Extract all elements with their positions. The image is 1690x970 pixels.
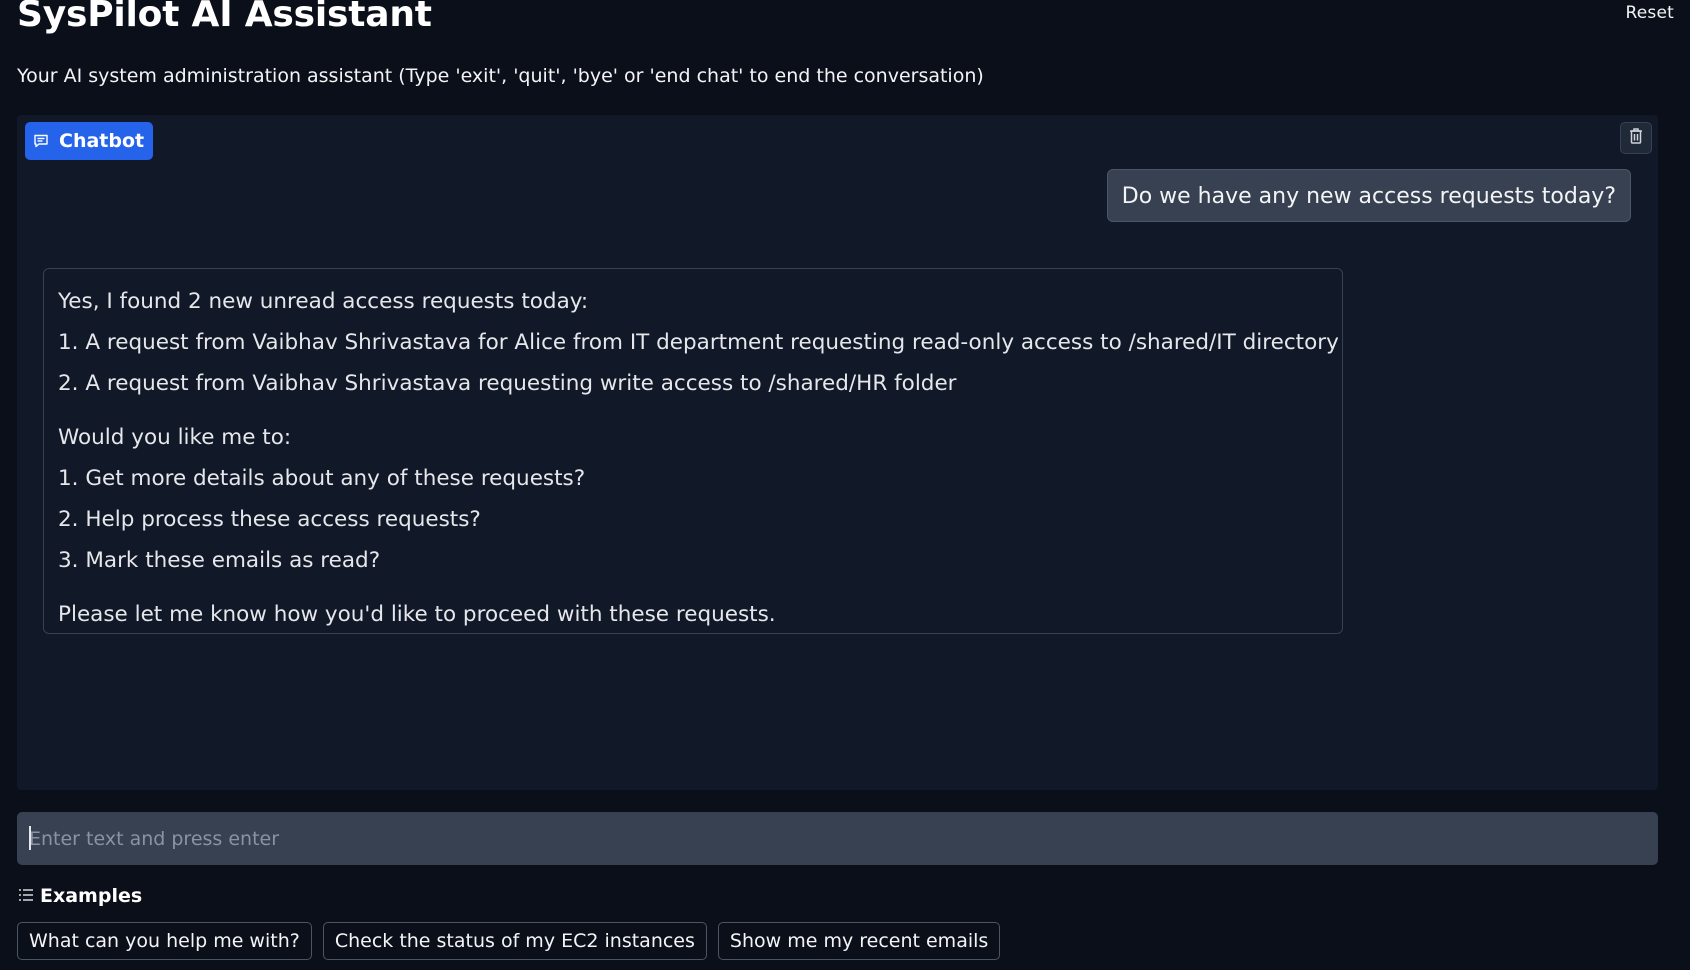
- assistant-message-line: 1. A request from Vaibhav Shrivastava fo…: [58, 330, 1339, 355]
- chat-bubble-icon: [33, 133, 49, 149]
- list-icon: [18, 887, 34, 906]
- assistant-message-line: Yes, I found 2 new unread access request…: [58, 289, 589, 314]
- chatbot-badge: Chatbot: [25, 122, 154, 160]
- examples-header: Examples: [18, 885, 142, 907]
- assistant-message-line: Please let me know how you'd like to pro…: [58, 602, 776, 627]
- examples-label: Examples: [40, 885, 143, 907]
- examples-list: What can you help me with? Check the sta…: [17, 922, 1001, 960]
- chat-input-container: [17, 812, 1658, 865]
- page-subtitle: Your AI system administration assistant …: [17, 65, 984, 87]
- chat-input[interactable]: [17, 812, 1658, 865]
- clear-chat-button[interactable]: [1620, 122, 1652, 154]
- assistant-message-line: 2. A request from Vaibhav Shrivastava re…: [58, 371, 957, 396]
- user-message: Do we have any new access requests today…: [1106, 169, 1631, 222]
- example-button[interactable]: What can you help me with?: [17, 922, 312, 960]
- example-button[interactable]: Show me my recent emails: [717, 922, 1001, 960]
- chatbot-badge-label: Chatbot: [59, 130, 145, 152]
- page-title: SysPilot AI Assistant: [17, 0, 432, 35]
- chat-panel: Chatbot Do we have any new access reques…: [17, 115, 1658, 790]
- assistant-message: Yes, I found 2 new unread access request…: [43, 268, 1343, 634]
- assistant-message-line: Would you like me to:: [58, 425, 292, 450]
- trash-icon: [1628, 127, 1644, 149]
- text-cursor: [29, 826, 31, 850]
- assistant-message-line: 3. Mark these emails as read?: [58, 548, 381, 573]
- app-root: Reset SysPilot AI Assistant Your AI syst…: [0, 0, 1690, 970]
- assistant-message-line: 2. Help process these access requests?: [58, 507, 481, 532]
- example-button[interactable]: Check the status of my EC2 instances: [322, 922, 707, 960]
- reset-button[interactable]: Reset: [1626, 3, 1675, 23]
- assistant-message-line: 1. Get more details about any of these r…: [58, 466, 586, 491]
